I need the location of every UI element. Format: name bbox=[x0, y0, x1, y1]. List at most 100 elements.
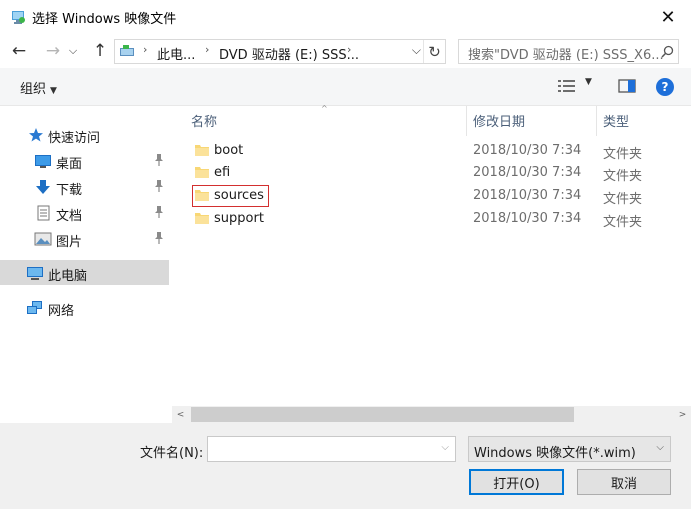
sidebar-item-downloads[interactable]: 下载 bbox=[0, 174, 169, 199]
open-button[interactable]: 打开(O) bbox=[469, 469, 564, 495]
help-button[interactable]: ? bbox=[656, 78, 674, 96]
file-list: ^ 名称 修改日期 类型 boot 2018/10/30 7:34 文件夹 ef… bbox=[172, 104, 691, 406]
refresh-button[interactable]: ↻ bbox=[423, 40, 445, 63]
horizontal-scrollbar[interactable]: < > bbox=[172, 406, 691, 423]
chevron-left-icon: < bbox=[176, 409, 185, 420]
file-type: 文件夹 bbox=[603, 192, 643, 207]
file-name: efi bbox=[214, 165, 231, 180]
pin-icon[interactable] bbox=[153, 205, 165, 219]
open-button-label: 打开(O) bbox=[493, 476, 540, 492]
chevron-down-icon: ⌵ bbox=[656, 442, 664, 453]
file-row-sources[interactable]: sources 2018/10/30 7:34 文件夹 bbox=[172, 185, 691, 207]
pin-icon[interactable] bbox=[153, 179, 165, 193]
column-header-date[interactable]: 修改日期 bbox=[473, 111, 525, 130]
sidebar-item-label: 文档 bbox=[56, 209, 83, 224]
pin-icon[interactable] bbox=[153, 153, 165, 167]
caret-down-icon: ▼ bbox=[585, 77, 592, 87]
pin-icon[interactable] bbox=[153, 231, 165, 245]
breadcrumb-this-pc[interactable]: 此电... bbox=[157, 44, 195, 63]
chevron-down-icon[interactable]: ⌵ bbox=[412, 43, 421, 58]
sidebar-item-label: 快速访问 bbox=[48, 131, 101, 146]
file-date: 2018/10/30 7:34 bbox=[473, 188, 582, 203]
bottom-panel: 文件名(N): ⌵ Windows 映像文件(*.wim) ⌵ 打开(O) 取消 bbox=[0, 423, 691, 509]
window-title: 选择 Windows 映像文件 bbox=[32, 12, 177, 27]
scroll-right-button[interactable]: > bbox=[674, 407, 691, 422]
folder-icon bbox=[195, 213, 209, 224]
forward-button[interactable]: → bbox=[42, 39, 64, 63]
file-type: 文件夹 bbox=[603, 169, 643, 184]
back-button[interactable]: ← bbox=[8, 39, 30, 63]
address-bar[interactable]: › 此电... › DVD 驱动器 (E:) SSS... › ⌵ ↻ bbox=[114, 39, 446, 64]
column-header-name[interactable]: 名称 bbox=[191, 111, 217, 130]
desktop-icon bbox=[35, 155, 51, 168]
setup-app-icon bbox=[12, 11, 25, 24]
filter-value: Windows 映像文件(*.wim) bbox=[474, 446, 636, 461]
close-button[interactable]: ✕ bbox=[645, 0, 691, 34]
sidebar-item-network[interactable]: 网络 bbox=[0, 295, 169, 320]
organize-label: 组织 bbox=[20, 82, 47, 97]
file-row-efi[interactable]: efi 2018/10/30 7:34 文件夹 bbox=[172, 162, 691, 184]
preview-pane-icon bbox=[618, 79, 636, 93]
computer-icon bbox=[27, 267, 43, 280]
file-name: boot bbox=[214, 143, 244, 158]
navigation-pane: 快速访问 桌面 下载 文档 图片 此电脑 网络 bbox=[0, 106, 172, 422]
file-date: 2018/10/30 7:34 bbox=[473, 211, 582, 226]
filename-input[interactable]: ⌵ bbox=[207, 436, 456, 462]
sidebar-item-pictures[interactable]: 图片 bbox=[0, 226, 169, 251]
help-icon: ? bbox=[661, 80, 669, 94]
sidebar-item-this-pc[interactable]: 此电脑 bbox=[0, 260, 169, 285]
command-toolbar: 组织 ▼ ▼ ? bbox=[0, 68, 691, 106]
chevron-down-icon[interactable]: ⌵ bbox=[441, 442, 449, 453]
arrow-left-icon: ← bbox=[11, 41, 27, 61]
arrow-right-icon: → bbox=[45, 41, 61, 61]
sidebar-item-desktop[interactable]: 桌面 bbox=[0, 148, 169, 173]
column-divider[interactable] bbox=[596, 106, 597, 136]
scrollbar-thumb[interactable] bbox=[191, 407, 574, 422]
sidebar-item-label: 图片 bbox=[56, 235, 83, 250]
recent-locations-button[interactable]: ⌵ bbox=[66, 39, 80, 63]
change-view-button[interactable] bbox=[557, 78, 577, 98]
file-date: 2018/10/30 7:34 bbox=[473, 143, 582, 158]
column-header-type[interactable]: 类型 bbox=[603, 111, 629, 130]
column-divider[interactable] bbox=[466, 106, 467, 136]
filename-label: 文件名(N): bbox=[140, 446, 204, 461]
up-button[interactable]: ↑ bbox=[89, 39, 111, 63]
network-icon bbox=[27, 301, 42, 314]
file-type-filter-select[interactable]: Windows 映像文件(*.wim) ⌵ bbox=[468, 436, 671, 462]
file-name: sources bbox=[214, 188, 264, 203]
breadcrumb-separator: › bbox=[143, 43, 148, 56]
file-row-boot[interactable]: boot 2018/10/30 7:34 文件夹 bbox=[172, 140, 691, 162]
title-bar: 选择 Windows 映像文件 ✕ bbox=[0, 0, 691, 34]
folder-icon bbox=[195, 145, 209, 156]
search-box[interactable]: 搜索"DVD 驱动器 (E:) SSS_X6... bbox=[458, 39, 679, 64]
chevron-right-icon: > bbox=[678, 409, 687, 420]
arrow-up-icon: ↑ bbox=[92, 41, 108, 61]
breadcrumb-dvd-drive[interactable]: DVD 驱动器 (E:) SSS... bbox=[219, 44, 359, 63]
document-icon bbox=[37, 205, 50, 221]
file-type: 文件夹 bbox=[603, 215, 643, 230]
caret-down-icon: ▼ bbox=[50, 86, 57, 96]
organize-button[interactable]: 组织 ▼ bbox=[20, 78, 57, 97]
preview-pane-button[interactable] bbox=[618, 78, 636, 98]
drive-icon bbox=[120, 45, 134, 56]
sidebar-item-label: 此电脑 bbox=[48, 269, 88, 284]
breadcrumb-separator: › bbox=[205, 43, 210, 56]
navigation-bar: ← → ⌵ ↑ › 此电... › DVD 驱动器 (E:) SSS... › … bbox=[0, 34, 691, 68]
view-options-dropdown[interactable]: ▼ bbox=[585, 77, 592, 87]
file-row-support[interactable]: support 2018/10/30 7:34 文件夹 bbox=[172, 208, 691, 230]
scroll-left-button[interactable]: < bbox=[172, 407, 189, 422]
search-icon bbox=[661, 45, 674, 58]
chevron-down-icon: ⌵ bbox=[68, 44, 78, 57]
sidebar-item-label: 网络 bbox=[48, 304, 75, 319]
sidebar-item-documents[interactable]: 文档 bbox=[0, 200, 169, 225]
sidebar-item-quick-access[interactable]: 快速访问 bbox=[0, 122, 169, 147]
breadcrumb-separator: › bbox=[347, 43, 352, 56]
sidebar-item-label: 下载 bbox=[56, 183, 83, 198]
cancel-button[interactable]: 取消 bbox=[577, 469, 671, 495]
pictures-icon bbox=[34, 232, 52, 246]
file-date: 2018/10/30 7:34 bbox=[473, 165, 582, 180]
folder-icon bbox=[195, 190, 209, 201]
cancel-button-label: 取消 bbox=[610, 476, 637, 492]
file-type: 文件夹 bbox=[603, 147, 643, 162]
sidebar-item-label: 桌面 bbox=[56, 157, 83, 172]
